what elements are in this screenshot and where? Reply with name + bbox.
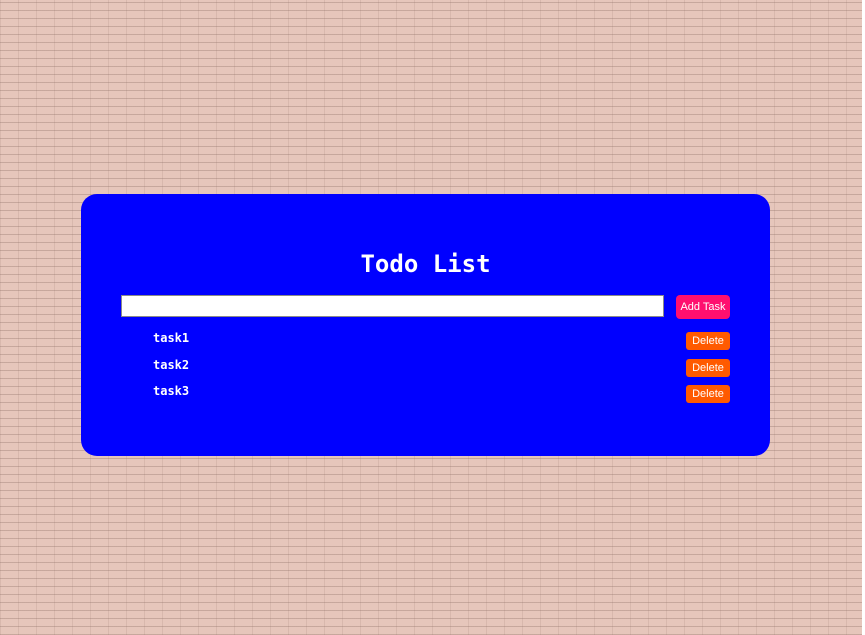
todo-card: Todo List Add Task task1 Delete task2 De… bbox=[81, 194, 770, 456]
add-task-button[interactable]: Add Task bbox=[676, 295, 730, 319]
delete-task-3-button[interactable]: Delete bbox=[686, 385, 730, 403]
page-title: Todo List bbox=[360, 250, 491, 278]
delete-task-1-button[interactable]: Delete bbox=[686, 332, 730, 350]
task-item-1: task1 Delete bbox=[81, 330, 770, 357]
task-label: task2 bbox=[153, 357, 190, 372]
task-item-3: task3 Delete bbox=[81, 383, 770, 410]
delete-task-2-button[interactable]: Delete bbox=[686, 358, 730, 377]
task-label: task1 bbox=[153, 331, 190, 345]
task-input[interactable] bbox=[121, 295, 664, 317]
task-list: task1 Delete task2 Delete task3 Delete bbox=[81, 330, 770, 410]
task-label: task3 bbox=[153, 384, 190, 398]
task-item-2: task2 Delete bbox=[81, 357, 770, 384]
